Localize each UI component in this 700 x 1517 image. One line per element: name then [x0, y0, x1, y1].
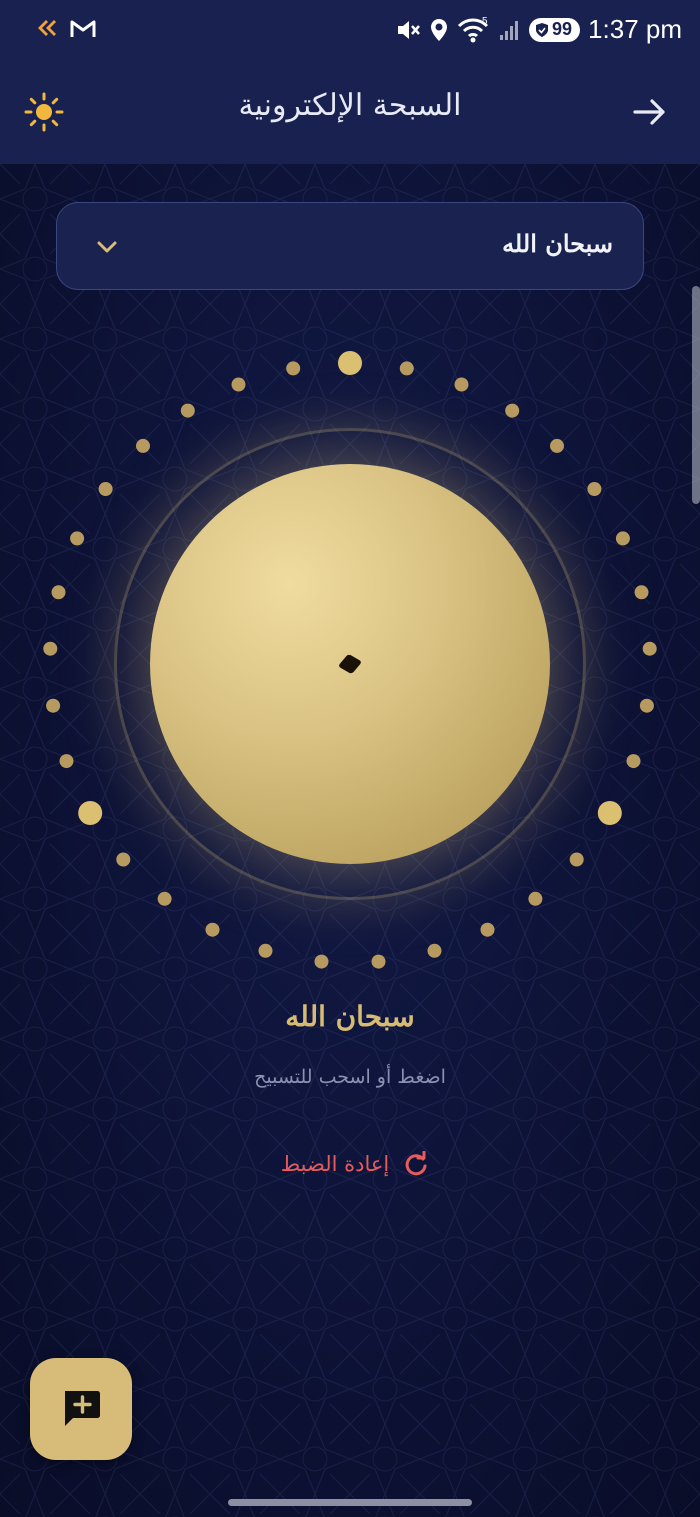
location-icon [431, 18, 448, 41]
bead [615, 531, 630, 546]
arrow-right-icon [633, 99, 665, 125]
add-dhikr-fab[interactable] [30, 1358, 132, 1460]
app-notification-icon [38, 20, 56, 36]
current-dhikr-label: سبحان الله [285, 1000, 415, 1033]
bead [626, 754, 641, 769]
battery-level: 99 [552, 19, 573, 39]
bead [157, 891, 172, 906]
refresh-icon [405, 1151, 427, 1176]
bead-marker [337, 653, 363, 675]
wifi-icon: 5 [457, 16, 489, 42]
bead [116, 852, 131, 867]
bead [371, 954, 386, 969]
hint-text: اضغط أو اسحب للتسبيح [254, 1066, 446, 1088]
bead [639, 698, 654, 713]
bead [454, 377, 469, 392]
bead [587, 482, 602, 496]
bead [205, 922, 220, 937]
app-bar: السبحة الإلكترونية [0, 66, 700, 164]
bead [70, 531, 85, 546]
page-title: السبحة الإلكترونية [238, 88, 462, 123]
bead [642, 641, 657, 656]
bead [46, 698, 61, 713]
bead [528, 891, 543, 906]
bead-highlighted [78, 801, 103, 825]
screen: 5 99 1:37 pm السبحة الإلكترونية سبحان ال… [0, 0, 700, 1517]
bead [136, 438, 150, 453]
home-indicator[interactable] [228, 1499, 472, 1506]
dhikr-select[interactable]: سبحان الله [56, 202, 644, 290]
status-time: 1:37 pm [588, 14, 682, 44]
battery-indicator: 99 [529, 17, 581, 42]
bead-highlighted [597, 801, 622, 825]
reset-button[interactable]: إعادة الضبط [270, 1142, 440, 1186]
bead [314, 954, 329, 969]
bead [427, 943, 442, 958]
bead [98, 482, 113, 496]
bead [59, 754, 74, 769]
reset-label: إعادة الضبط [280, 1152, 390, 1176]
tasbih-counter-button[interactable] [150, 464, 550, 864]
network-type-label: 5 [482, 16, 488, 27]
chevron-down-icon [97, 241, 117, 253]
bead-highlighted [338, 351, 362, 375]
dhikr-select-value: سبحان الله [502, 229, 613, 258]
bead [258, 943, 273, 958]
bead [231, 377, 246, 392]
bead [286, 361, 301, 376]
status-bar: 5 99 1:37 pm [0, 0, 700, 66]
bead [51, 585, 66, 600]
signal-icon [500, 20, 519, 40]
bead [399, 361, 414, 376]
bead [634, 585, 649, 600]
gmail-icon [70, 20, 96, 37]
bead [550, 438, 564, 453]
bead [480, 922, 495, 937]
battery-shield-icon [536, 22, 549, 37]
add-comment-icon [65, 1391, 100, 1426]
mute-icon [398, 20, 420, 39]
bead [569, 852, 584, 867]
bead [43, 641, 58, 656]
bead [505, 403, 520, 418]
status-bar-left [36, 18, 96, 40]
status-bar-right: 5 99 1:37 pm [395, 14, 682, 45]
back-button[interactable] [628, 90, 672, 134]
bead [180, 403, 195, 418]
